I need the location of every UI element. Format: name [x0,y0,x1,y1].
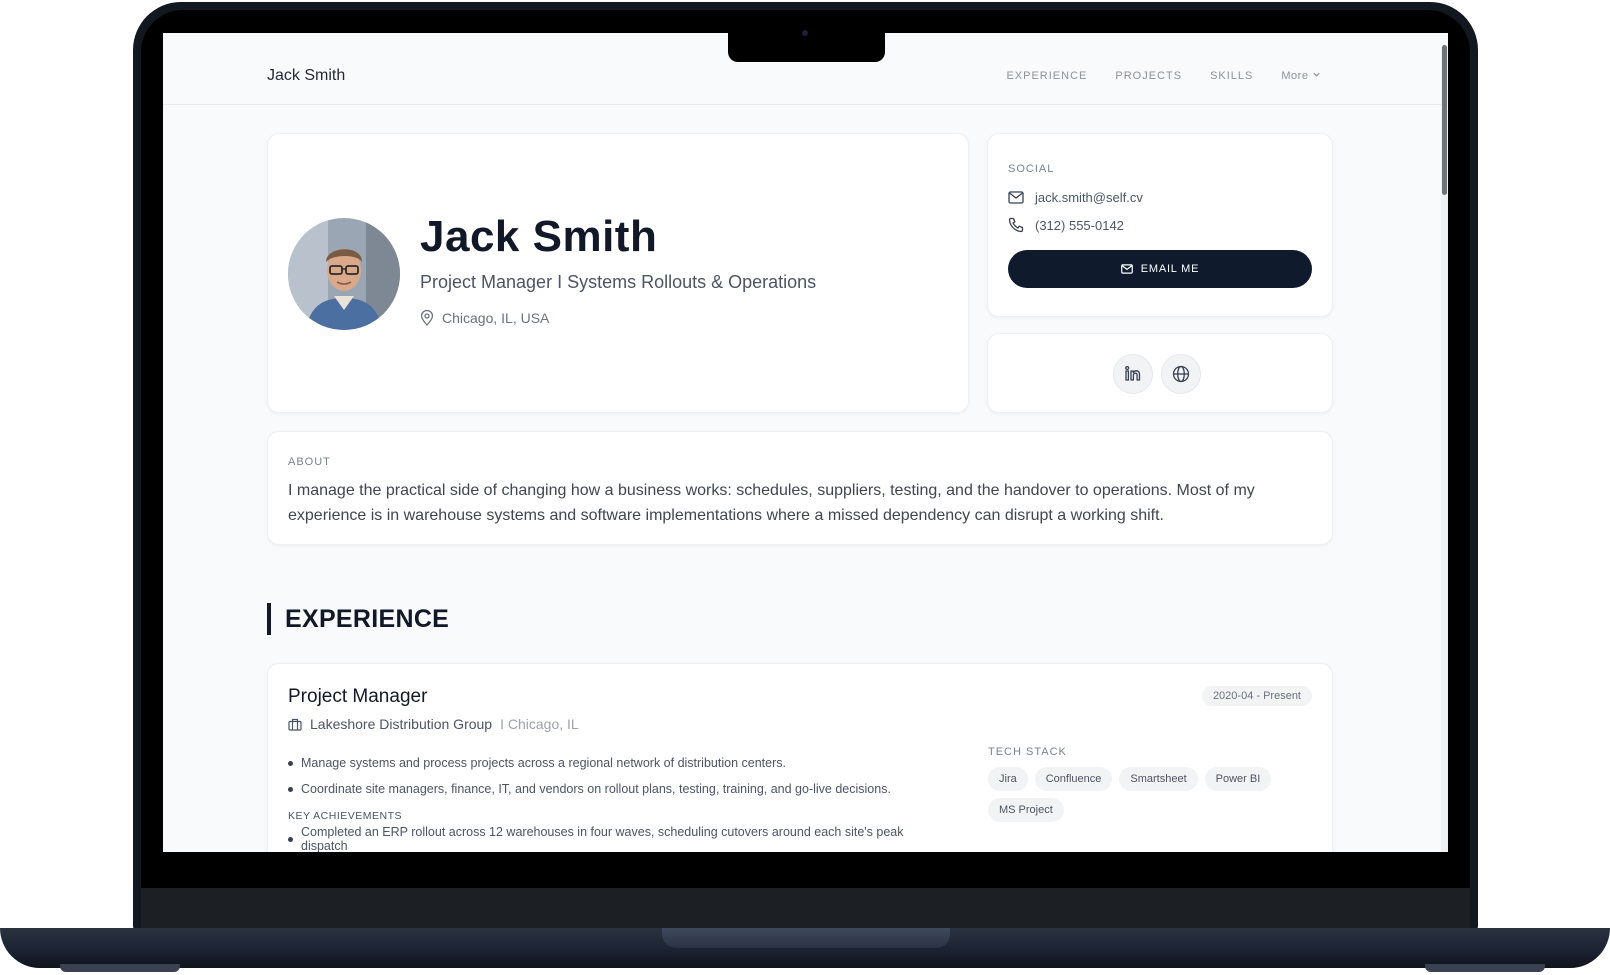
laptop-foot-right [1425,964,1545,972]
nav-link-skills[interactable]: SKILLS [1210,70,1253,82]
laptop-foot-left [60,964,180,972]
tech-stack-label: TECH STACK [988,746,1067,758]
chevron-down-icon [1313,72,1320,77]
profile-name: Jack Smith [420,212,658,261]
social-card: SOCIAL jack.smith@self.cv (312) 555-0142… [987,133,1333,317]
brand-name[interactable]: Jack Smith [267,67,345,85]
nav-links: EXPERIENCE PROJECTS SKILLS More [1006,70,1321,82]
tech-tag: MS Project [988,798,1064,822]
social-label: SOCIAL [1008,163,1055,175]
key-achievements-label: KEY ACHIEVEMENTS [288,810,403,822]
list-item: Manage systems and process projects acro… [288,750,948,776]
company-name: Lakeshore Distribution Group [310,716,493,732]
date-badge: 2020-04 - Present [1201,686,1312,706]
website-button[interactable] [1161,354,1201,394]
job-title: Project Manager [288,686,428,707]
tech-tag: Power BI [1204,767,1272,791]
tech-tags: Jira Confluence Smartsheet Power BI MS P… [988,767,1278,822]
job-meta: Lakeshore Distribution Group I Chicago, … [288,716,579,732]
map-pin-icon [420,310,434,326]
list-item: Coordinate site managers, finance, IT, a… [288,776,948,802]
avatar [288,218,400,330]
about-text: I manage the practical side of changing … [288,482,1255,524]
laptop-hinge [662,928,950,948]
links-card [987,333,1333,413]
phone-icon [1008,217,1024,233]
building-icon [288,718,302,731]
job-bullets: Manage systems and process projects acro… [288,750,948,852]
nav-link-experience[interactable]: EXPERIENCE [1006,70,1087,82]
nav-more-label: More [1281,70,1309,82]
mail-icon [1120,264,1133,274]
laptop-chin [141,888,1470,928]
email-row[interactable]: jack.smith@self.cv [1008,190,1143,205]
globe-icon [1172,365,1190,383]
list-item: Completed an ERP rollout across 12 wareh… [288,825,948,852]
screen: Jack Smith EXPERIENCE PROJECTS SKILLS Mo… [163,33,1448,852]
about-label: ABOUT [288,456,331,468]
profile-title: Project Manager I Systems Rollouts & Ope… [420,272,817,292]
nav-link-projects[interactable]: PROJECTS [1115,70,1182,82]
experience-heading: EXPERIENCE [267,603,449,635]
camera-notch [728,32,885,62]
email-me-button[interactable]: EMAIL ME [1008,250,1312,288]
linkedin-button[interactable] [1113,354,1153,394]
profile-location: Chicago, IL, USA [420,310,549,326]
about-card: ABOUT I manage the practical side of cha… [267,431,1333,545]
job-card: Project Manager 2020-04 - Present Lakesh… [267,663,1333,852]
tech-tag: Smartsheet [1119,767,1198,791]
profile-card: Jack Smith Project Manager I Systems Rol… [267,133,969,413]
location-text: Chicago, IL, USA [442,310,550,326]
phone-row[interactable]: (312) 555-0142 [1008,217,1124,233]
linkedin-icon [1125,365,1141,381]
scrollbar-thumb[interactable] [1442,45,1447,195]
phone-text: (312) 555-0142 [1035,217,1124,233]
tech-tag: Confluence [1034,767,1113,791]
camera-icon [802,30,808,36]
nav-more-dropdown[interactable]: More [1281,70,1321,82]
tech-stack: TECH STACK Jira Confluence Smartsheet Po… [988,746,1288,822]
mail-icon [1008,191,1024,204]
tech-tag: Jira [988,767,1028,791]
email-me-label: EMAIL ME [1140,263,1200,275]
job-location: I Chicago, IL [500,716,579,732]
email-text: jack.smith@self.cv [1035,190,1143,205]
